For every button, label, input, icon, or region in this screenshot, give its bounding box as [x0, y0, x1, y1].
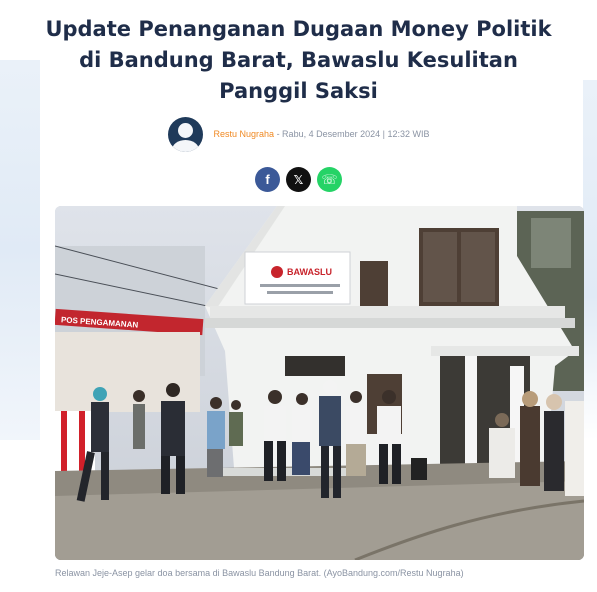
avatar-shoulders	[171, 139, 199, 152]
article-byline: Restu Nugraha - Rabu, 4 Desember 2024 | …	[0, 116, 597, 152]
facebook-icon: f	[265, 172, 270, 187]
author-avatar[interactable]	[167, 116, 203, 152]
publish-date: - Rabu, 4 Desember 2024 | 12:32 WIB	[274, 129, 430, 139]
share-buttons: f 𝕏 ☏	[0, 167, 597, 193]
author-link[interactable]: Restu Nugraha	[214, 129, 275, 139]
share-whatsapp-button[interactable]: ☏	[317, 167, 342, 192]
photo-caption: Relawan Jeje-Asep gelar doa bersama di B…	[55, 568, 464, 578]
article-title: Update Penanganan Dugaan Money Politik d…	[45, 17, 552, 103]
avatar-user-icon	[177, 122, 193, 138]
office-sign-title: BAWASLU	[287, 267, 332, 277]
x-icon: 𝕏	[293, 172, 304, 187]
whatsapp-icon: ☏	[321, 171, 338, 187]
article-meta: Restu Nugraha - Rabu, 4 Desember 2024 | …	[214, 129, 430, 139]
share-facebook-button[interactable]: f	[255, 167, 280, 192]
photo-illustration: POS PENGAMANAN BAWASLU	[55, 206, 584, 560]
article-photo[interactable]: POS PENGAMANAN BAWASLU	[55, 206, 584, 560]
share-x-button[interactable]: 𝕏	[286, 167, 311, 192]
